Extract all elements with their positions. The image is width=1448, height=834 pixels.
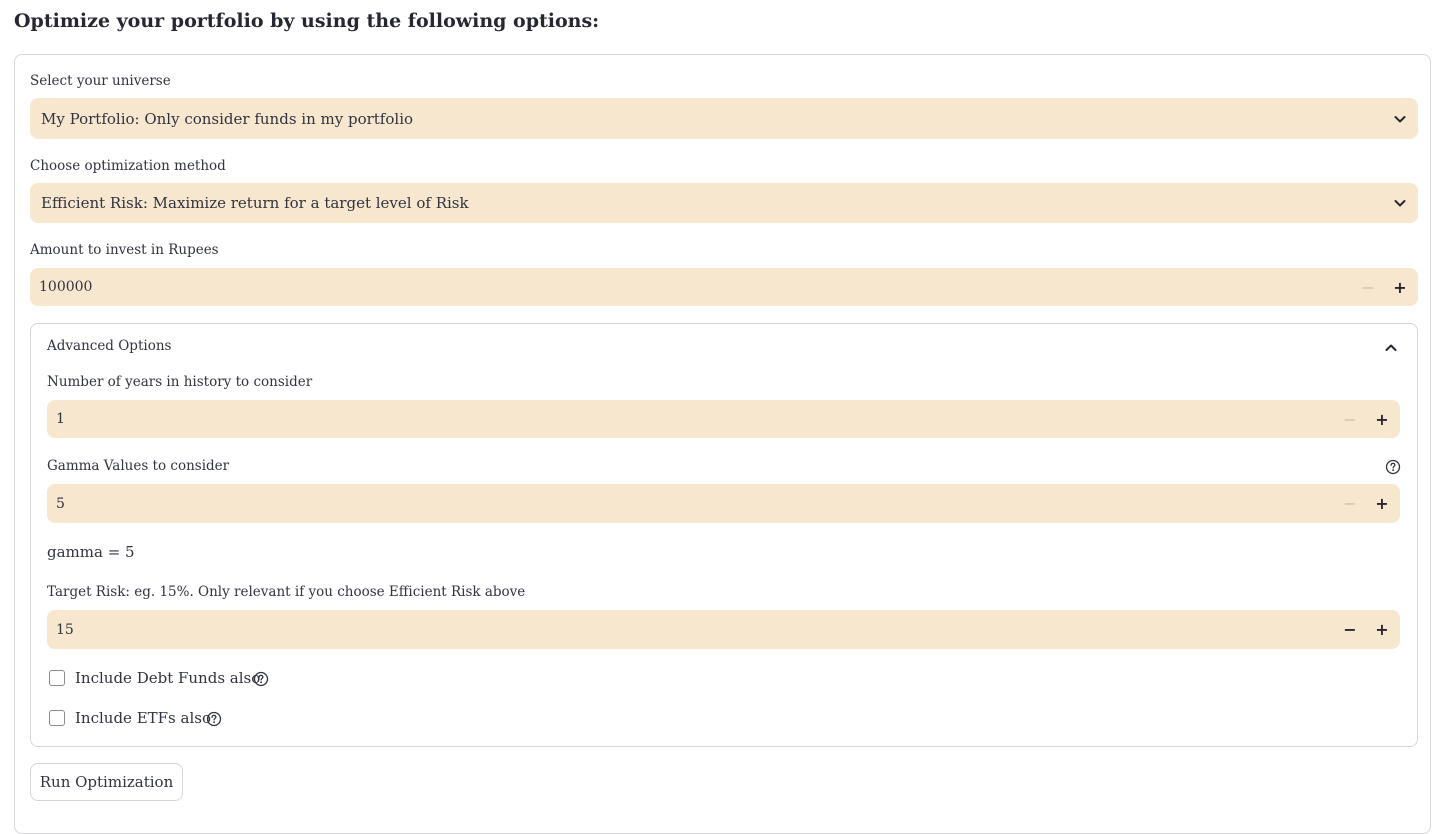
amount-value: 100000 bbox=[39, 279, 93, 295]
amount-input[interactable]: 100000 − + bbox=[30, 268, 1418, 306]
years-value: 1 bbox=[56, 411, 65, 427]
years-decrement-button[interactable]: − bbox=[1338, 407, 1362, 431]
universe-select[interactable]: My Portfolio: Only consider funds in my … bbox=[30, 98, 1418, 139]
help-circle-icon[interactable] bbox=[253, 671, 269, 687]
target-risk-input[interactable]: 15 − + bbox=[47, 610, 1400, 649]
target-risk-decrement-button[interactable]: − bbox=[1338, 618, 1362, 642]
universe-label: Select your universe bbox=[30, 73, 171, 89]
chevron-down-icon bbox=[1394, 115, 1406, 122]
help-circle-icon[interactable] bbox=[1385, 459, 1401, 475]
universe-selected-value: My Portfolio: Only consider funds in my … bbox=[41, 109, 414, 128]
amount-decrement-button[interactable]: − bbox=[1356, 275, 1380, 299]
debt-funds-label[interactable]: Include Debt Funds also bbox=[75, 669, 260, 687]
gamma-decrement-button[interactable]: − bbox=[1338, 492, 1362, 516]
amount-increment-button[interactable]: + bbox=[1388, 275, 1412, 299]
method-selected-value: Efficient Risk: Maximize return for a ta… bbox=[41, 194, 469, 212]
years-label: Number of years in history to consider bbox=[47, 374, 313, 390]
gamma-increment-button[interactable]: + bbox=[1370, 492, 1394, 516]
amount-label: Amount to invest in Rupees bbox=[30, 242, 219, 258]
chevron-down-icon bbox=[1394, 200, 1406, 207]
target-risk-value: 15 bbox=[56, 621, 74, 638]
etfs-label[interactable]: Include ETFs also bbox=[75, 709, 211, 727]
method-label: Choose optimization method bbox=[30, 158, 226, 174]
advanced-options-title[interactable]: Advanced Options bbox=[47, 338, 171, 354]
gamma-label: Gamma Values to consider bbox=[47, 458, 230, 474]
chevron-up-icon[interactable] bbox=[1383, 340, 1399, 356]
gamma-readout: gamma = 5 bbox=[47, 543, 135, 561]
method-select[interactable]: Efficient Risk: Maximize return for a ta… bbox=[30, 183, 1418, 223]
years-increment-button[interactable]: + bbox=[1370, 407, 1394, 431]
page-title: Optimize your portfolio by using the fol… bbox=[14, 10, 600, 32]
help-circle-icon[interactable] bbox=[206, 711, 222, 727]
debt-funds-checkbox[interactable] bbox=[49, 670, 65, 686]
gamma-value: 5 bbox=[56, 495, 65, 512]
etfs-checkbox[interactable] bbox=[49, 710, 65, 726]
years-input[interactable]: 1 − + bbox=[47, 400, 1400, 438]
run-optimization-button[interactable]: Run Optimization bbox=[30, 763, 183, 801]
gamma-input[interactable]: 5 − + bbox=[47, 484, 1400, 523]
target-risk-label: Target Risk: eg. 15%. Only relevant if y… bbox=[47, 584, 526, 600]
target-risk-increment-button[interactable]: + bbox=[1370, 618, 1394, 642]
